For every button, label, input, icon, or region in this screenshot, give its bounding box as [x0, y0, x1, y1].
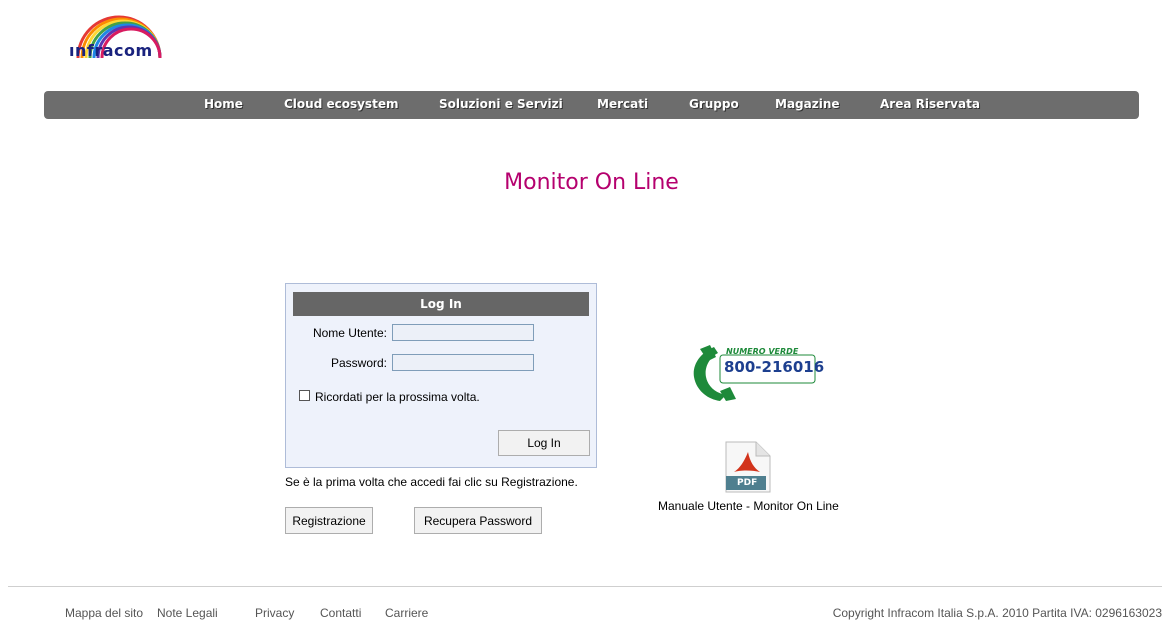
footer-link-sitemap[interactable]: Mappa del sito	[65, 606, 143, 620]
nav-item-gruppo[interactable]: Gruppo	[689, 97, 739, 111]
infracom-logo[interactable]: ınfracom	[66, 12, 166, 62]
copyright-text: Copyright Infracom Italia S.p.A. 2010 Pa…	[832, 606, 1162, 620]
nav-item-mercati[interactable]: Mercati	[597, 97, 648, 111]
footer-link-legal[interactable]: Note Legali	[157, 606, 218, 620]
username-input[interactable]	[392, 324, 534, 341]
logo-wordmark: ınfracom	[69, 41, 153, 60]
footer-link-privacy[interactable]: Privacy	[255, 606, 294, 620]
nav-item-cloud-ecosystem[interactable]: Cloud ecosystem	[284, 97, 398, 111]
remember-label: Ricordati per la prossima volta.	[315, 390, 480, 404]
remember-checkbox[interactable]	[299, 390, 310, 401]
recover-password-button[interactable]: Recupera Password	[414, 507, 542, 534]
numero-verde-banner: NUMERO VERDE 800-216016	[690, 343, 824, 403]
login-button[interactable]: Log In	[498, 430, 590, 456]
nav-item-home[interactable]: Home	[204, 97, 243, 111]
footer-link-careers[interactable]: Carriere	[385, 606, 428, 620]
phone-number: 800-216016	[724, 358, 825, 376]
nav-item-soluzioni-e-servizi[interactable]: Soluzioni e Servizi	[439, 97, 563, 111]
password-input[interactable]	[392, 354, 534, 371]
registration-hint: Se è la prima volta che accedi fai clic …	[285, 475, 578, 489]
manual-pdf-link[interactable]: PDF	[724, 440, 772, 494]
password-label: Password:	[330, 356, 387, 370]
pdf-label: PDF	[737, 478, 758, 488]
page-title: Monitor On Line	[504, 170, 679, 195]
register-button[interactable]: Registrazione	[285, 507, 373, 534]
nav-item-magazine[interactable]: Magazine	[775, 97, 840, 111]
footer-divider	[8, 586, 1162, 587]
manual-caption[interactable]: Manuale Utente - Monitor On Line	[658, 499, 839, 513]
username-label: Nome Utente:	[312, 326, 387, 340]
footer-link-contacts[interactable]: Contatti	[320, 606, 361, 620]
login-form: Log In Nome Utente: Password: Ricordati …	[285, 283, 597, 468]
login-header: Log In	[293, 292, 589, 316]
numero-verde-badge: NUMERO VERDE	[726, 347, 799, 356]
main-navbar: Home Cloud ecosystem Soluzioni e Servizi…	[44, 91, 1139, 119]
nav-item-area-riservata[interactable]: Area Riservata	[880, 97, 980, 111]
